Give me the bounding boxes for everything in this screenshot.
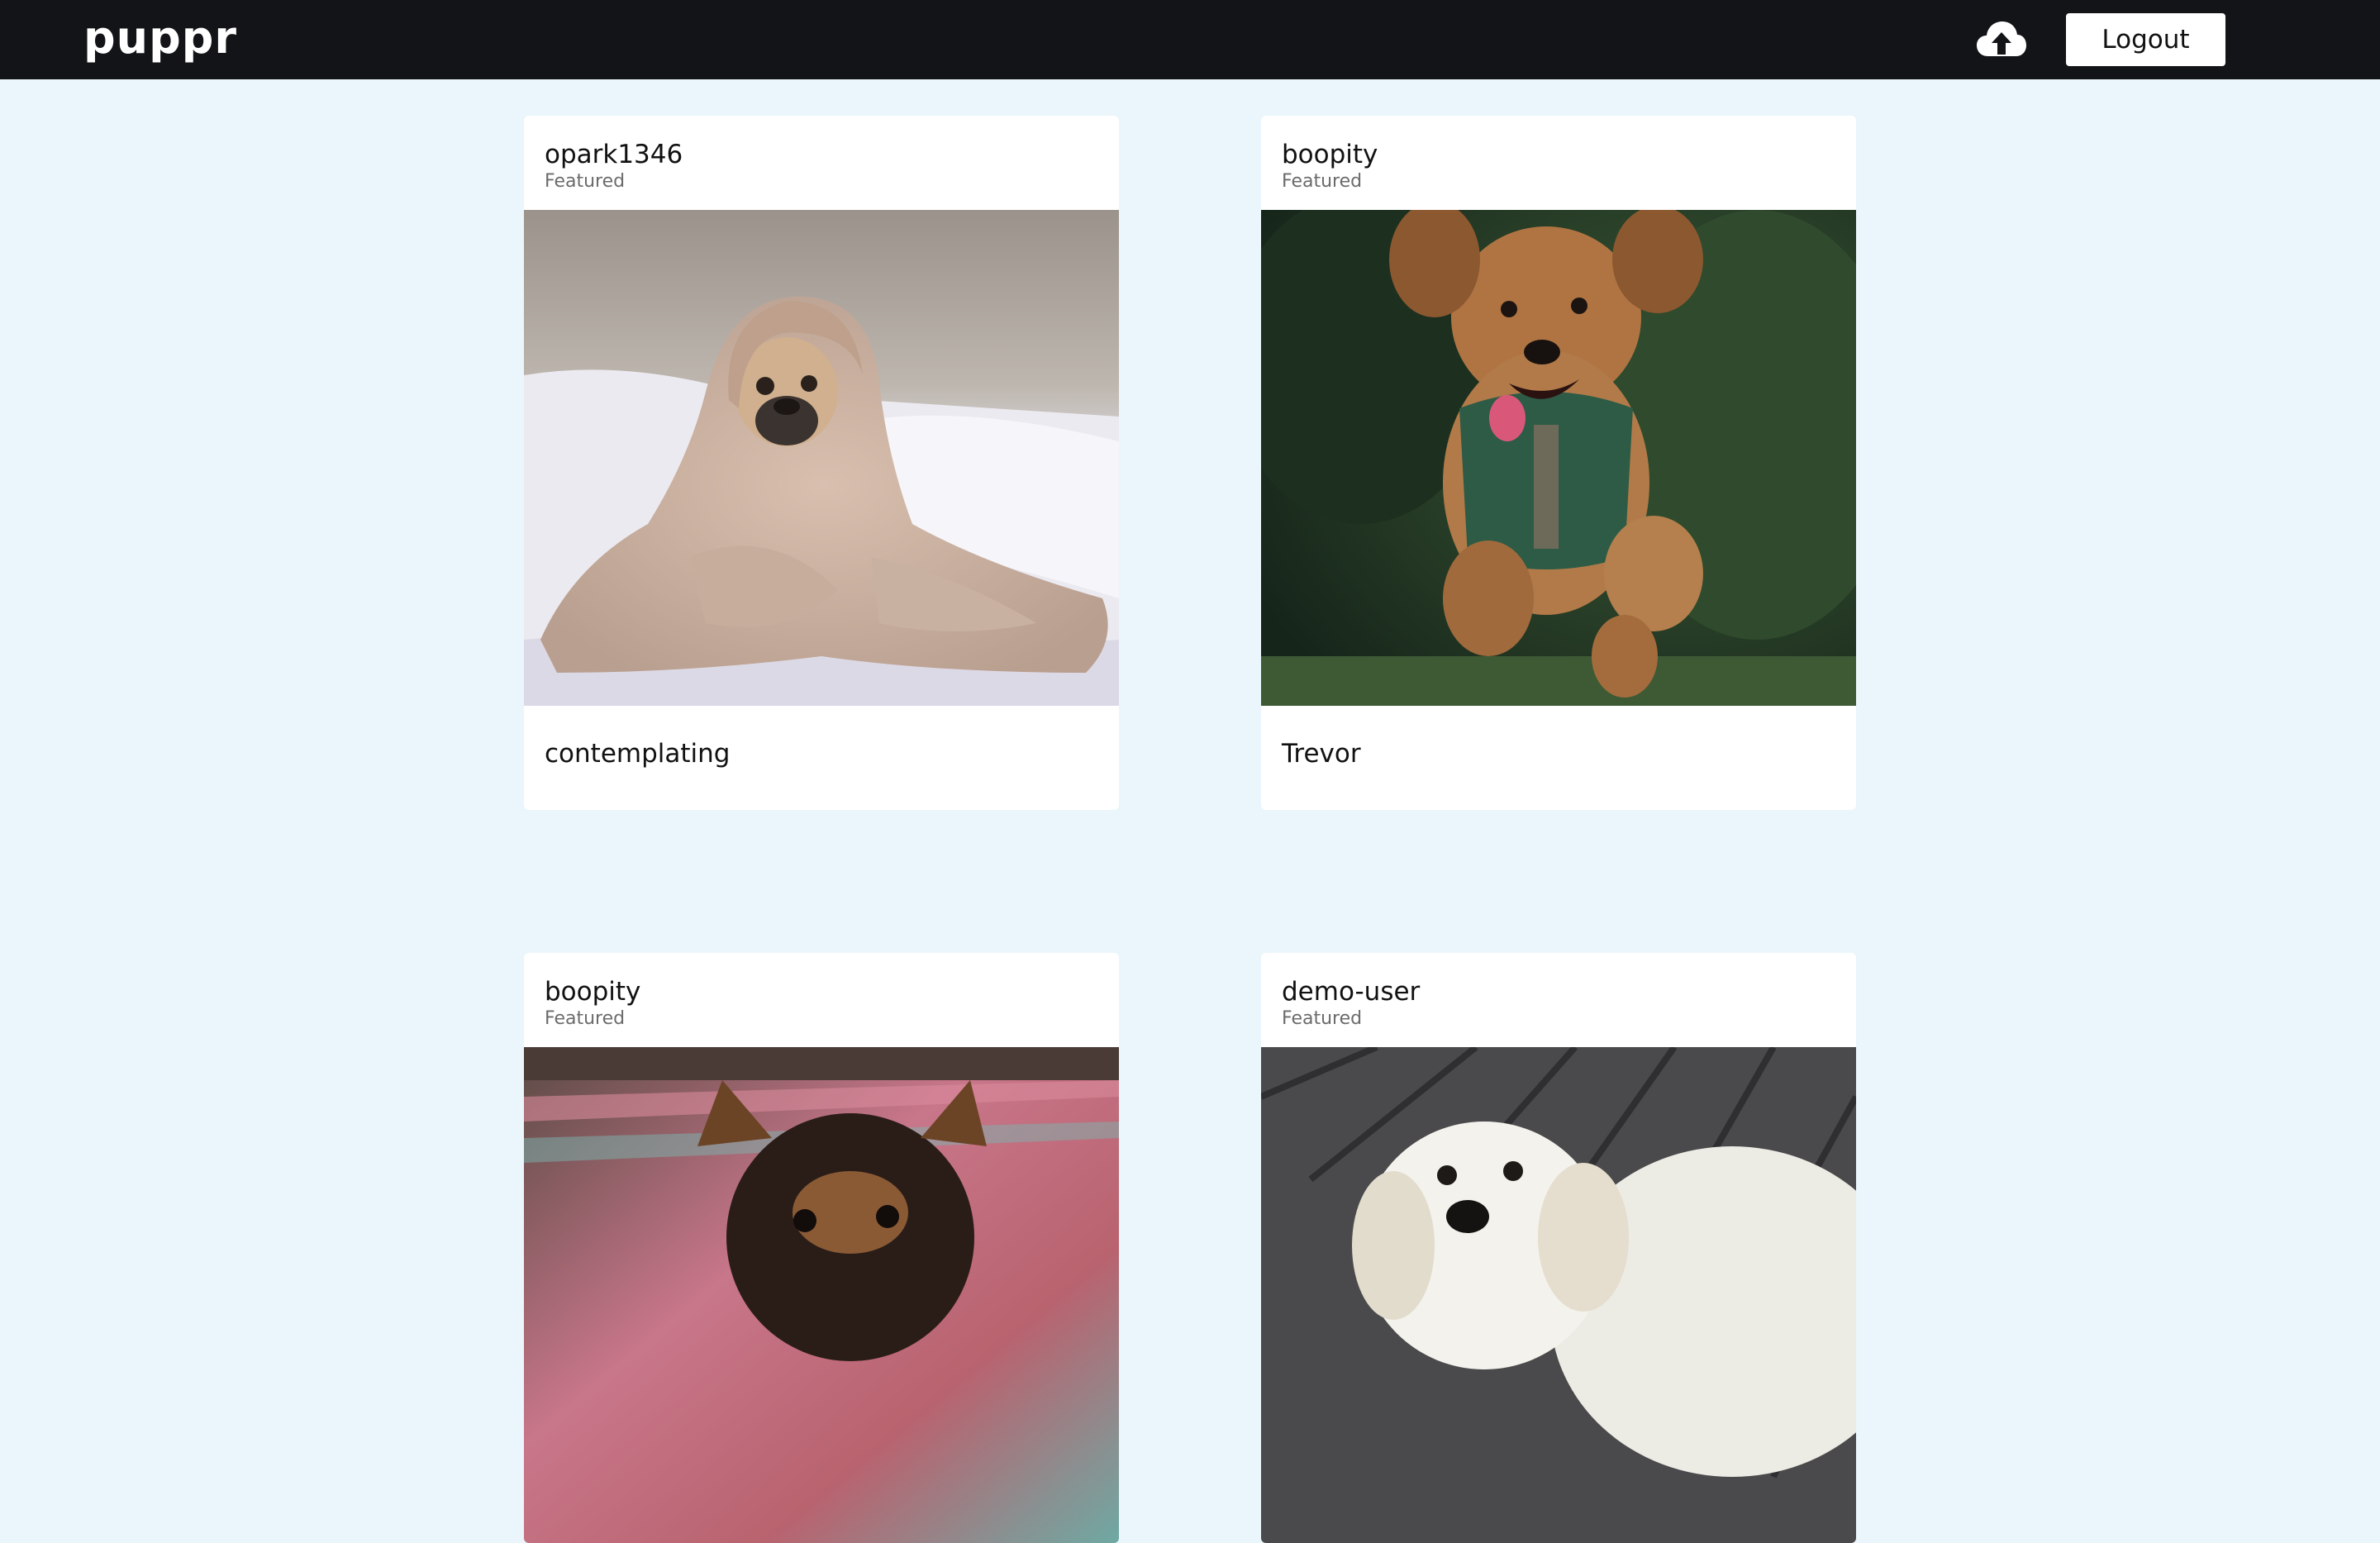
- post-photo-jumping-dog[interactable]: [1261, 210, 1856, 706]
- post-header: boopity Featured: [524, 953, 1119, 1047]
- post-header: demo-user Featured: [1261, 953, 1856, 1047]
- post-tag: Featured: [1282, 171, 1363, 192]
- post-caption: contemplating: [524, 706, 1119, 810]
- cloud-upload-icon[interactable]: [1975, 18, 2028, 61]
- post-header: boopity Featured: [1261, 116, 1856, 210]
- post-photo-white-puppy[interactable]: [1261, 1047, 1856, 1543]
- post-username[interactable]: boopity: [545, 976, 640, 1007]
- post-caption: Trevor: [1261, 706, 1856, 810]
- post-tag: Featured: [545, 171, 626, 192]
- logout-button[interactable]: Logout: [2066, 13, 2225, 66]
- post-caption-text: contemplating: [545, 739, 731, 769]
- post-username[interactable]: boopity: [1282, 139, 1378, 170]
- post-username[interactable]: opark1346: [545, 139, 683, 170]
- post-username[interactable]: demo-user: [1282, 976, 1420, 1007]
- post-photo-pug-in-blanket[interactable]: [524, 210, 1119, 706]
- post-card: opark1346 Featured contemplating: [524, 116, 1119, 810]
- post-tag: Featured: [545, 1008, 626, 1029]
- app-logo[interactable]: puppr: [83, 12, 237, 64]
- post-caption-text: Trevor: [1282, 739, 1361, 769]
- post-header: opark1346 Featured: [524, 116, 1119, 210]
- post-tag: Featured: [1282, 1008, 1363, 1029]
- top-navbar: puppr Logout: [0, 0, 2380, 79]
- post-card: boopity Featured: [524, 953, 1119, 1543]
- post-card: boopity Featured: [1261, 116, 1856, 810]
- post-photo-yorkie-puppy[interactable]: [524, 1047, 1119, 1543]
- post-card: demo-user Featured: [1261, 953, 1856, 1543]
